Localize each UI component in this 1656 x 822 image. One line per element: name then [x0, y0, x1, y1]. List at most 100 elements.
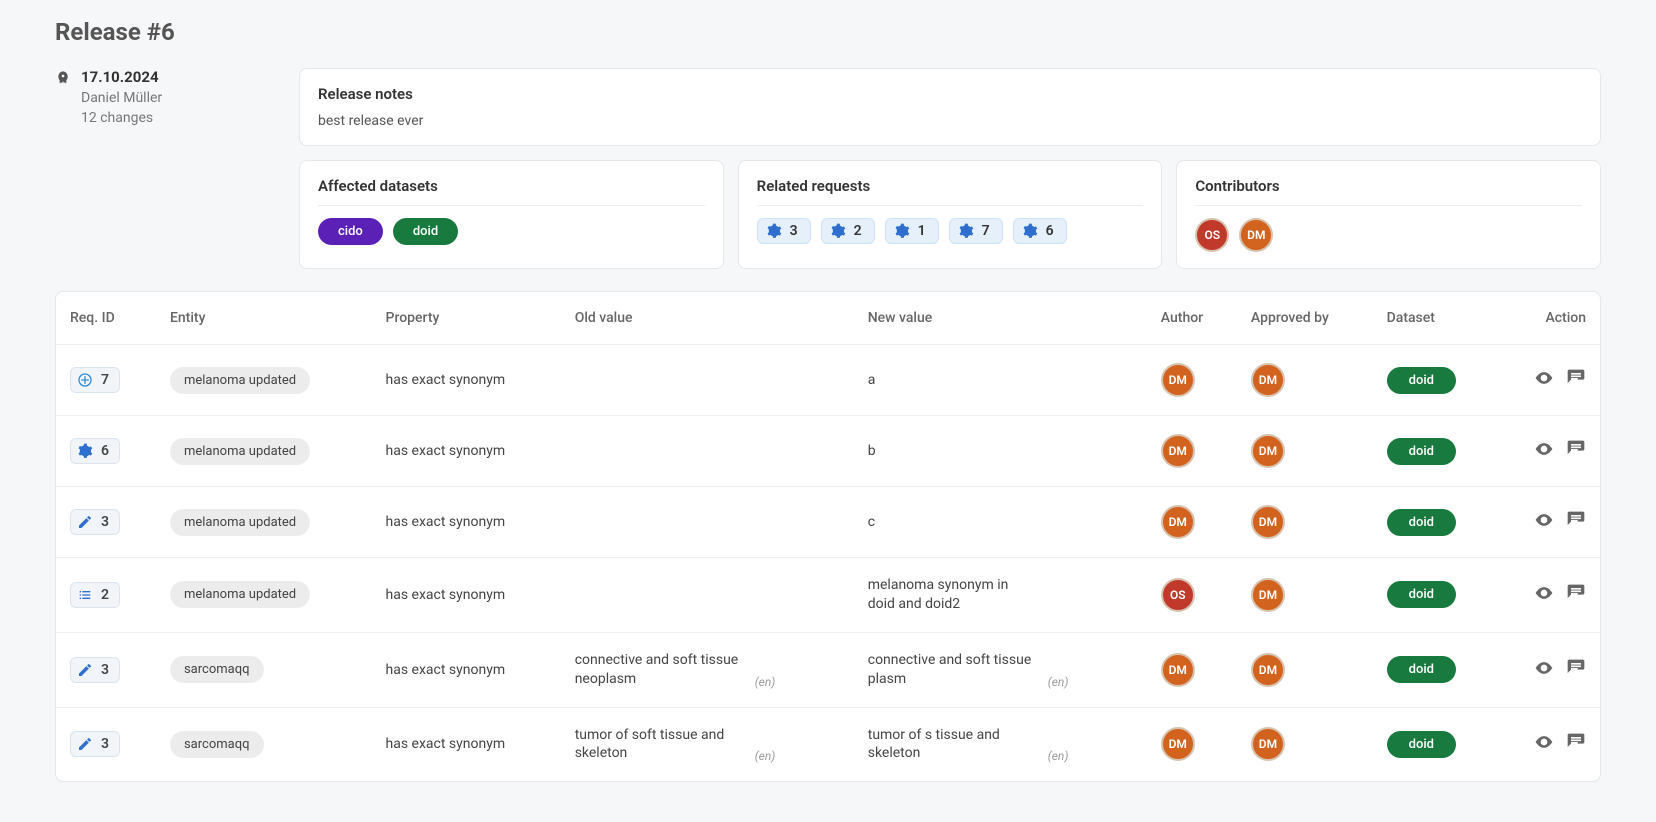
author-avatar[interactable]: DM: [1161, 363, 1195, 397]
entity-chip[interactable]: sarcomaqq: [170, 656, 264, 683]
col-property: Property: [372, 292, 561, 345]
comment-icon[interactable]: [1566, 439, 1586, 459]
gear-icon: [1022, 223, 1038, 239]
edit-icon: [77, 514, 93, 530]
entity-chip[interactable]: melanoma updated: [170, 509, 310, 536]
approved-by-avatar[interactable]: DM: [1251, 363, 1285, 397]
approved-by-avatar[interactable]: DM: [1251, 505, 1285, 539]
col-action: Action: [1497, 292, 1600, 345]
property-cell: has exact synonym: [372, 558, 561, 633]
old-value-cell: [561, 487, 854, 558]
author-avatar[interactable]: DM: [1161, 653, 1195, 687]
dataset-chip[interactable]: doid: [1387, 367, 1456, 394]
old-value-cell: [561, 558, 854, 633]
req-id-chip[interactable]: 3: [70, 509, 120, 535]
req-id-chip[interactable]: 3: [70, 731, 120, 757]
release-meta: 17.10.2024 Daniel Müller 12 changes: [55, 68, 275, 126]
list-icon: [77, 587, 93, 603]
gear-icon: [894, 223, 910, 239]
col-req-id: Req. ID: [56, 292, 156, 345]
related-requests-card: Related requests 32176: [738, 160, 1163, 269]
col-dataset: Dataset: [1373, 292, 1498, 345]
approved-by-avatar[interactable]: DM: [1251, 653, 1285, 687]
related-requests-heading: Related requests: [757, 177, 1144, 195]
property-cell: has exact synonym: [372, 707, 561, 781]
release-author: Daniel Müller: [81, 90, 162, 106]
plus-icon: [77, 372, 93, 388]
related-request-3[interactable]: 3: [757, 218, 811, 244]
new-value-cell: c: [854, 487, 1147, 558]
col-approved-by: Approved by: [1237, 292, 1373, 345]
comment-icon[interactable]: [1566, 583, 1586, 603]
col-entity: Entity: [156, 292, 372, 345]
old-value-cell: tumor of soft tissue and skeleton(en): [561, 707, 854, 781]
changes-table-card: Req. ID Entity Property Old value New va…: [55, 291, 1601, 782]
comment-icon[interactable]: [1566, 732, 1586, 752]
entity-chip[interactable]: melanoma updated: [170, 438, 310, 465]
property-cell: has exact synonym: [372, 632, 561, 707]
req-id-chip[interactable]: 2: [70, 582, 120, 608]
entity-chip[interactable]: melanoma updated: [170, 367, 310, 394]
gear-icon: [958, 223, 974, 239]
release-changes: 12 changes: [81, 110, 162, 126]
related-request-1[interactable]: 1: [885, 218, 939, 244]
page-title: Release #6: [55, 0, 1601, 68]
table-row: 2 melanoma updated has exact synonym melano…: [56, 558, 1600, 633]
view-icon[interactable]: [1534, 658, 1554, 678]
dataset-chip[interactable]: doid: [1387, 509, 1456, 536]
approved-by-avatar[interactable]: DM: [1251, 727, 1285, 761]
related-request-7[interactable]: 7: [949, 218, 1003, 244]
contributor-avatar-os[interactable]: OS: [1195, 218, 1229, 252]
dataset-chip[interactable]: doid: [1387, 581, 1456, 608]
col-old-value: Old value: [561, 292, 854, 345]
req-id-chip[interactable]: 7: [70, 367, 120, 393]
dataset-pill-doid[interactable]: doid: [393, 218, 458, 245]
dataset-chip[interactable]: doid: [1387, 438, 1456, 465]
property-cell: has exact synonym: [372, 345, 561, 416]
release-notes-card: Release notes best release ever: [299, 68, 1601, 146]
related-request-6[interactable]: 6: [1013, 218, 1067, 244]
comment-icon[interactable]: [1566, 510, 1586, 530]
new-value-cell: melanoma synonym in doid and doid2: [854, 558, 1147, 633]
gear-icon: [77, 443, 93, 459]
approved-by-avatar[interactable]: DM: [1251, 434, 1285, 468]
view-icon[interactable]: [1534, 510, 1554, 530]
table-row: 6melanoma updatedhas exact synonymbDMDMd…: [56, 416, 1600, 487]
table-row: 7 melanoma updated has exact synonym a DM DM d…: [56, 345, 1600, 416]
req-id-chip[interactable]: 3: [70, 657, 120, 683]
related-request-2[interactable]: 2: [821, 218, 875, 244]
view-icon[interactable]: [1534, 439, 1554, 459]
old-value-cell: [561, 416, 854, 487]
comment-icon[interactable]: [1566, 658, 1586, 678]
edit-icon: [77, 662, 93, 678]
dataset-pill-cido[interactable]: cido: [318, 218, 383, 245]
author-avatar[interactable]: DM: [1161, 727, 1195, 761]
new-value-cell: b: [854, 416, 1147, 487]
view-icon[interactable]: [1534, 732, 1554, 752]
contributors-heading: Contributors: [1195, 177, 1582, 195]
view-icon[interactable]: [1534, 368, 1554, 388]
author-avatar[interactable]: DM: [1161, 505, 1195, 539]
view-icon[interactable]: [1534, 583, 1554, 603]
affected-datasets-card: Affected datasets cidodoid: [299, 160, 724, 269]
entity-chip[interactable]: sarcomaqq: [170, 731, 264, 758]
property-cell: has exact synonym: [372, 487, 561, 558]
table-row: 3 sarcomaqq has exact synonymtumor of soft…: [56, 707, 1600, 781]
new-value-cell: a: [854, 345, 1147, 416]
contributors-card: Contributors OS DM: [1176, 160, 1601, 269]
dataset-chip[interactable]: doid: [1387, 656, 1456, 683]
dataset-chip[interactable]: doid: [1387, 731, 1456, 758]
changes-table: Req. ID Entity Property Old value New va…: [56, 292, 1600, 781]
author-avatar[interactable]: DM: [1161, 434, 1195, 468]
edit-icon: [77, 736, 93, 752]
approved-by-avatar[interactable]: DM: [1251, 578, 1285, 612]
rocket-icon: [55, 68, 71, 126]
req-id-chip[interactable]: 6: [70, 438, 120, 464]
comment-icon[interactable]: [1566, 368, 1586, 388]
author-avatar[interactable]: OS: [1161, 578, 1195, 612]
entity-chip[interactable]: melanoma updated: [170, 581, 310, 608]
contributor-avatar-dm[interactable]: DM: [1239, 218, 1273, 252]
old-value-cell: connective and soft tissue neoplasm(en): [561, 632, 854, 707]
release-notes-heading: Release notes: [318, 85, 1582, 103]
table-row: 3 sarcomaqq has exact synonymconnective an…: [56, 632, 1600, 707]
